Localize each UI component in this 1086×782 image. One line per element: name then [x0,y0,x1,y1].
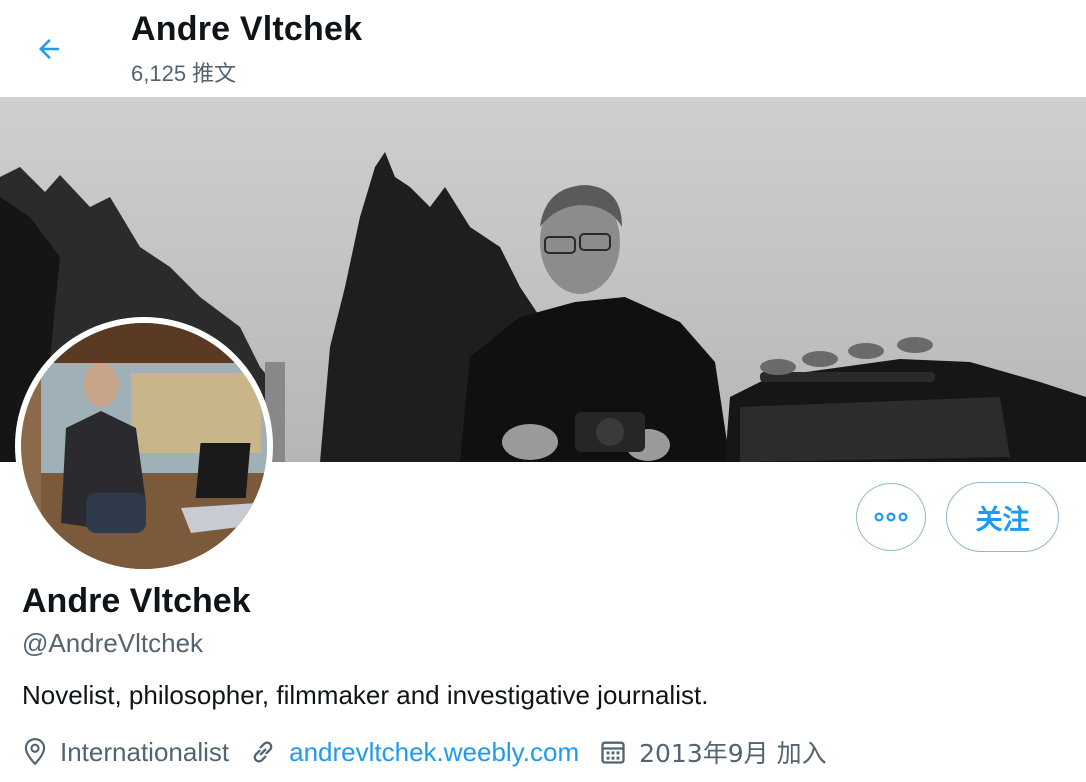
profile-meta: Internationalist andrevltchek.weebly.com [22,734,847,770]
website-item[interactable]: andrevltchek.weebly.com [249,737,579,768]
profile-name: Andre Vltchek [22,582,251,620]
location-item: Internationalist [22,737,229,768]
profile-avatar[interactable] [15,317,273,575]
location-pin-icon [22,737,48,767]
more-options-button[interactable] [856,483,926,551]
header-title: Andre Vltchek [131,10,363,48]
more-horizontal-icon [874,512,908,522]
joined-date: 2013年9月 加入 [639,739,827,768]
tweet-count: 6,125 推文 [131,61,237,86]
calendar-icon [599,738,627,766]
profile-bio: Novelist, philosopher, filmmaker and inv… [22,680,709,710]
profile-handle: @AndreVltchek [22,628,204,658]
joined-item: 2013年9月 加入 [599,734,827,770]
link-icon [249,738,277,766]
back-button[interactable] [26,26,72,72]
profile-header: Andre Vltchek 6,125 推文 [0,0,1086,97]
website-link[interactable]: andrevltchek.weebly.com [289,737,579,768]
location-text: Internationalist [60,736,230,767]
follow-button[interactable]: 关注 [946,482,1059,552]
arrow-left-icon [39,39,59,59]
